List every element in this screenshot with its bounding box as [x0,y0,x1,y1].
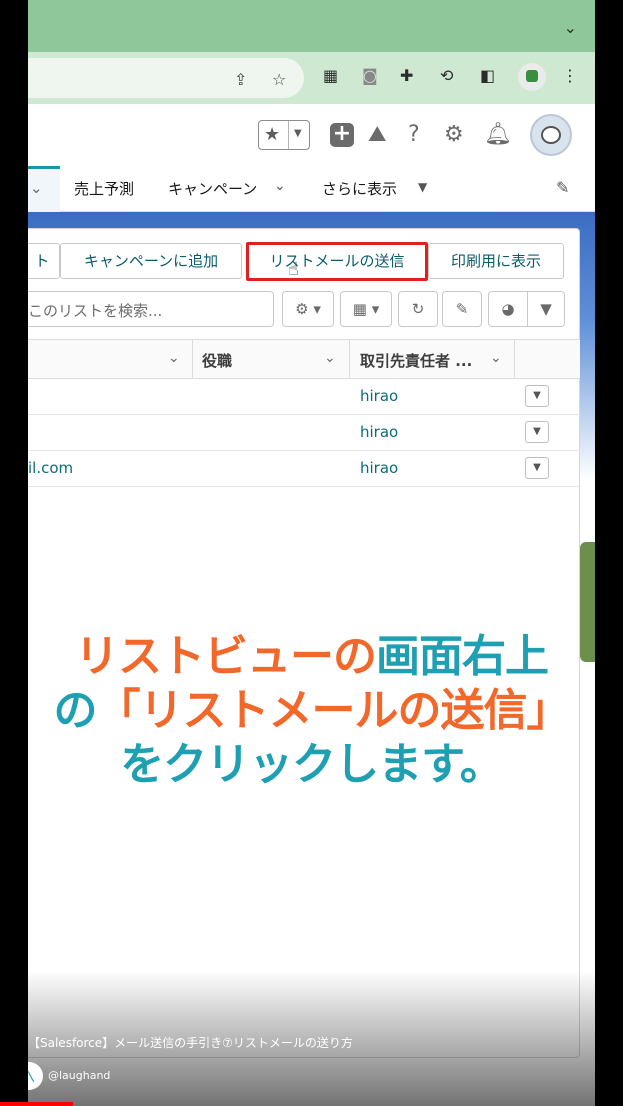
column-header-title[interactable]: 役職 [202,350,232,371]
column-divider [349,340,350,378]
global-header: ★ ▼ + ⛰ ? ⚙ 🔔︎ [28,104,595,166]
setup-gear-icon[interactable]: ⚙ [444,122,464,147]
avatar-face [541,126,561,144]
refresh-icon[interactable]: ↻ [398,291,438,327]
tab-campaigns[interactable]: キャンペーン [168,178,257,199]
divider [288,121,289,149]
channel-logo-icon: 〽 [28,1067,35,1087]
caption-text: 画面右上 [376,631,549,682]
user-avatar[interactable] [530,114,572,156]
highlight-box [246,242,428,281]
address-bar[interactable]: ⇪ ☆ [28,58,304,98]
caret-down-icon[interactable]: ▼ [418,180,427,194]
nav-bar: ⌄ 売上予測 キャンペーン ⌄ さらに表示 ▼ ✎ [28,166,595,212]
menu-kebab-icon[interactable]: ⋮ [562,66,578,85]
caption-text: をクリックします。 [120,739,504,790]
row-action-menu-icon[interactable]: ▼ [525,457,549,479]
table-row[interactable]: il.com hirao ▼ [28,451,580,487]
caption-line-1: リストビューの画面右上 [28,632,595,682]
table-row[interactable]: hirao ▼ [28,415,580,451]
notifications-bell-icon[interactable]: 🔔︎ [484,122,512,147]
owner-cell[interactable]: hirao [360,387,398,405]
camera-icon[interactable]: ◙ [362,66,378,85]
extensions-puzzle-icon[interactable]: ✚ [400,66,413,85]
video-progress-bar[interactable] [0,1102,73,1106]
caption-text: リストビューの [75,631,377,682]
edit-nav-pencil-icon[interactable]: ✎ [556,178,569,197]
sidepanel-icon[interactable]: ◧ [480,66,495,85]
caption-text: の [53,685,98,736]
tab-search-chevron-icon[interactable]: ⌄ [564,18,577,37]
add-to-campaign-button[interactable]: キャンペーンに追加 [60,243,242,279]
tab-active-partial[interactable]: ⌄ [28,166,60,212]
bookmark-star-icon[interactable]: ☆ [272,70,286,89]
table-row[interactable]: hirao ▼ [28,379,580,415]
column-menu-chevron-icon[interactable]: ⌄ [168,350,180,366]
favorites-star-icon[interactable]: ★ [264,124,280,145]
column-header-contact-owner[interactable]: 取引先責任者 ... [360,350,472,371]
printable-view-button[interactable]: 印刷用に表示 [428,243,564,279]
add-icon[interactable]: + [330,123,354,147]
filter-icon[interactable]: ▼ [527,291,565,327]
browser-titlebar: ⌄ [28,0,595,52]
row-action-menu-icon[interactable]: ▼ [525,421,549,443]
owner-cell[interactable]: hirao [360,423,398,441]
caption-line-2: の「リストメールの送信」 [28,686,595,736]
sync-icon[interactable]: ⟲ [440,66,453,85]
column-menu-chevron-icon[interactable]: ⌄ [324,350,336,366]
pointer-hand-icon: ☝ [288,259,299,280]
share-icon[interactable]: ⇪ [234,70,247,89]
display-as-table-icon[interactable]: ▦ ▾ [340,291,392,327]
profile-icon[interactable] [518,63,546,91]
caption-text: 「リストメールの送信」 [96,685,571,736]
action-button-partial[interactable]: ト [28,243,60,279]
video-frame: ⌄ ⇪ ☆ ▦ ◙ ✚ ⟲ ◧ ⋮ ★ ▼ + ⛰ ? ⚙ 🔔︎ ⌄ 売上予測 … [28,0,595,1106]
video-title[interactable]: 【Salesforce】メール送信の手引き⑦リストメールの送り方 [28,1034,368,1051]
charts-icon[interactable]: ◕ [488,291,528,327]
row-action-menu-icon[interactable]: ▼ [525,385,549,407]
chevron-down-icon[interactable]: ⌄ [274,178,286,194]
tab-more[interactable]: さらに表示 [322,178,397,199]
tab-forecast[interactable]: 売上予測 [74,178,134,199]
qr-code-icon[interactable]: ▦ [323,66,338,85]
browser-toolbar: ⇪ ☆ ▦ ◙ ✚ ⟲ ◧ ⋮ [28,52,595,104]
caption-line-3: をクリックします。 [28,740,595,790]
owner-cell[interactable]: hirao [360,459,398,477]
list-settings-gear-icon[interactable]: ⚙ ▾ [282,291,334,327]
column-divider [514,340,515,378]
list-search-input[interactable]: このリストを検索... [28,291,274,327]
edit-pencil-icon[interactable]: ✎ [442,291,482,327]
help-icon[interactable]: ? [408,122,420,147]
chevron-down-icon[interactable]: ⌄ [30,179,43,197]
favorites-dropdown-icon[interactable]: ▼ [294,128,302,139]
column-menu-chevron-icon[interactable]: ⌄ [490,350,502,366]
email-cell[interactable]: il.com [28,459,73,477]
channel-name[interactable]: @laughand [48,1069,110,1082]
trailhead-icon[interactable]: ⛰ [368,122,386,147]
favorites-button-group[interactable]: ★ ▼ [258,120,310,150]
column-divider [192,340,193,378]
search-placeholder: このリストを検索... [28,302,163,320]
table-header: ⌄ 役職 ⌄ 取引先責任者 ... ⌄ [28,339,580,379]
